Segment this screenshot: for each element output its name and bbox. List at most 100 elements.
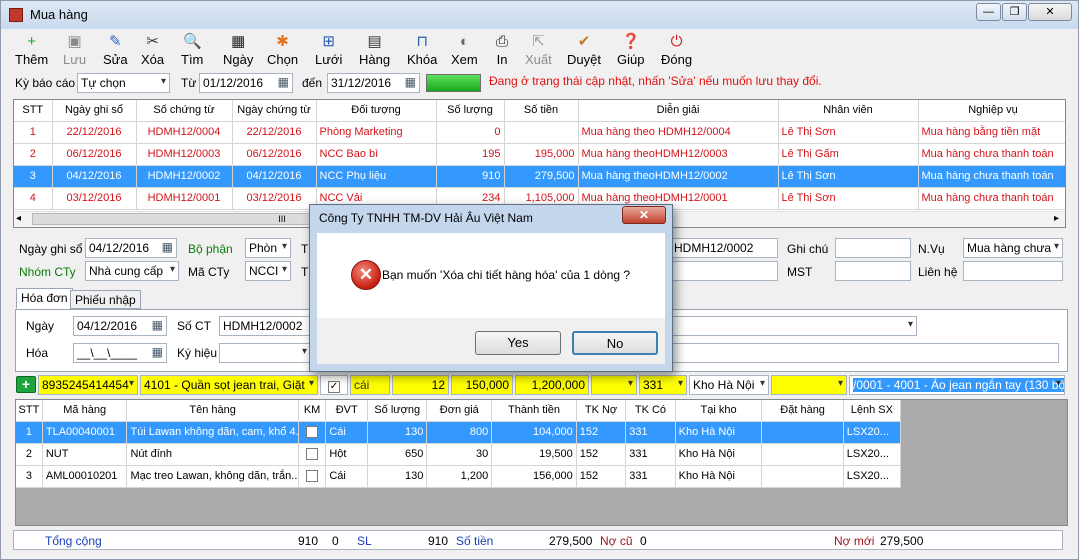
from-date-field[interactable]: 01/12/2016 <box>199 73 293 93</box>
invoice-number-field[interactable]: HDMH12/0002 <box>219 316 311 336</box>
line-cell[interactable]: 130 <box>367 465 428 488</box>
voucher-cell[interactable]: Mua hàng chưa thanh toán <box>918 143 1065 166</box>
voucher-cell[interactable]: 1 <box>14 121 53 144</box>
toolbar-button-delete[interactable]: ✂ Xóa <box>141 33 164 69</box>
line-header[interactable]: Đặt hàng <box>761 400 844 422</box>
line-cell[interactable]: 152 <box>576 421 627 444</box>
line-cell[interactable]: 152 <box>576 465 627 488</box>
line-cell[interactable]: Hột <box>325 443 369 466</box>
line-cell[interactable]: Kho Hà Nội <box>675 465 763 488</box>
line-cell[interactable]: 800 <box>426 421 493 444</box>
voucher-header[interactable]: Số chứng từ <box>136 100 233 122</box>
line-cell[interactable]: 19,500 <box>491 443 577 466</box>
line-header[interactable]: ĐVT <box>325 400 369 422</box>
toolbar-button-save[interactable]: ▣ Lưu <box>63 33 86 69</box>
line-header[interactable]: Lệnh SX <box>843 400 902 422</box>
voucher-cell[interactable]: Mua hàng bằng tiền mặt <box>918 121 1065 144</box>
voucher-cell[interactable]: 910 <box>436 165 505 188</box>
voucher-row[interactable]: 3 04/12/2016 HDMH12/0002 04/12/2016 NCC Phụ … <box>14 165 1065 188</box>
line-cell[interactable]: Mạc treo Lawan, không dãn, trắn... <box>126 465 299 488</box>
period-select[interactable]: Tự chọn <box>77 73 170 93</box>
line-header[interactable]: STT <box>16 400 43 422</box>
line-cell[interactable]: 331 <box>625 443 676 466</box>
production-order-select[interactable]: /0001 - 4001 - Áo jean ngắn tay (130 bộ) <box>849 375 1065 395</box>
voucher-row[interactable]: 2 06/12/2016 HDMH12/0003 06/12/2016 NCC Bao … <box>14 143 1065 166</box>
toolbar-button-goods[interactable]: ▤ Hàng <box>359 33 390 69</box>
quantity-field[interactable]: 12 <box>392 375 449 395</box>
km-checkbox-cell[interactable]: ✓ <box>320 375 348 395</box>
lien-he-field[interactable] <box>963 261 1063 281</box>
voucher-cell[interactable]: Lê Thị Sơn <box>778 165 919 188</box>
line-cell[interactable]: 2 <box>16 443 43 466</box>
toolbar-button-export[interactable]: ⇱ Xuất <box>525 33 552 69</box>
voucher-row[interactable]: 1 22/12/2016 HDMH12/0004 22/12/2016 Phòng Ma… <box>14 121 1065 144</box>
line-cell[interactable]: 1,200 <box>426 465 493 488</box>
detail-field-2[interactable] <box>670 261 778 281</box>
km-row-checkbox[interactable] <box>306 470 319 483</box>
line-cell[interactable]: Nút đính <box>126 443 299 466</box>
tk-no-select[interactable] <box>591 375 637 395</box>
line-row[interactable]: 2 NUT Nút đính Hột 650 30 19,500 152 331 Kho Hà N… <box>16 443 902 466</box>
line-header[interactable]: Mã hàng <box>42 400 128 422</box>
ghi-chu-field[interactable] <box>835 238 911 258</box>
toolbar-button-edit[interactable]: ✎ Sửa <box>103 33 128 69</box>
line-cell[interactable]: Cái <box>325 465 369 488</box>
close-window-button[interactable]: ✕ <box>1028 3 1072 21</box>
line-cell[interactable]: 152 <box>576 443 627 466</box>
line-cell[interactable]: Kho Hà Nội <box>675 443 763 466</box>
voucher-header[interactable]: STT <box>14 100 53 122</box>
line-cell[interactable]: 650 <box>367 443 428 466</box>
voucher-cell[interactable]: 279,500 <box>504 165 579 188</box>
line-cell[interactable]: 331 <box>625 465 676 488</box>
voucher-header[interactable]: Đối tượng <box>316 100 437 122</box>
ma-cty-select[interactable]: NCCI <box>245 261 291 281</box>
barcode-field[interactable]: 8935245414454 <box>38 375 138 395</box>
line-cell[interactable]: LSX20... <box>843 465 902 488</box>
line-header[interactable]: TK Có <box>625 400 676 422</box>
toolbar-button-help[interactable]: ❓ Giúp <box>617 33 644 69</box>
invoice-date-field[interactable]: 04/12/2016 <box>73 316 167 336</box>
line-header[interactable]: KM <box>298 400 327 422</box>
voucher-header[interactable]: Ngày ghi sổ <box>52 100 137 122</box>
voucher-cell[interactable]: Lê Thị Gấm <box>778 143 919 166</box>
bo-phan-select[interactable]: Phòn <box>245 238 291 258</box>
toolbar-button-choose[interactable]: ✱ Chọn <box>267 33 298 69</box>
voucher-cell[interactable]: 06/12/2016 <box>52 143 137 166</box>
tab-hoa-don[interactable]: Hóa đơn <box>16 288 73 309</box>
to-date-field[interactable]: 31/12/2016 <box>327 73 420 93</box>
line-cell[interactable]: TLA00040001 <box>42 421 128 444</box>
line-cell[interactable]: LSX20... <box>843 421 902 444</box>
voucher-cell[interactable]: HDMH12/0001 <box>136 187 233 210</box>
voucher-cell[interactable]: Lê Thị Sơn <box>778 121 919 144</box>
line-cell[interactable]: AML00010201 <box>42 465 128 488</box>
unit-field[interactable]: cái <box>350 375 390 395</box>
line-cell[interactable] <box>298 421 327 444</box>
ngay-ghi-so-field[interactable]: 04/12/2016 <box>85 238 177 258</box>
line-header[interactable]: TK Nợ <box>576 400 627 422</box>
toolbar-button-grid[interactable]: ⊞ Lưới <box>315 33 342 69</box>
maximize-button[interactable]: ❐ <box>1002 3 1027 21</box>
voucher-cell[interactable]: 22/12/2016 <box>52 121 137 144</box>
voucher-cell[interactable]: 195,000 <box>504 143 579 166</box>
voucher-cell[interactable]: Mua hàng theoHDMH12/0003 <box>578 143 779 166</box>
tab-phieu-nhap[interactable]: Phiếu nhập <box>70 290 141 309</box>
ky-hieu-select[interactable] <box>219 343 311 363</box>
voucher-cell[interactable]: HDMH12/0004 <box>136 121 233 144</box>
line-row[interactable]: 1 TLA00040001 Túi Lawan không dãn, cam, kh… <box>16 421 902 444</box>
voucher-cell[interactable]: 195 <box>436 143 505 166</box>
line-cell[interactable]: Cái <box>325 421 369 444</box>
voucher-cell[interactable]: Mua hàng theoHDMH12/0002 <box>578 165 779 188</box>
line-header[interactable]: Tên hàng <box>126 400 299 422</box>
warehouse-select[interactable]: Kho Hà Nội <box>689 375 769 395</box>
invoice-extra-select[interactable] <box>671 316 917 336</box>
voucher-cell[interactable]: 4 <box>14 187 53 210</box>
tk-co-select[interactable]: 331 <box>639 375 687 395</box>
add-line-icon[interactable]: + <box>16 376 36 393</box>
line-cell[interactable]: 30 <box>426 443 493 466</box>
line-cell[interactable]: 1 <box>16 421 43 444</box>
line-cell[interactable] <box>761 421 844 444</box>
voucher-cell[interactable] <box>504 121 579 144</box>
toolbar-button-lock[interactable]: ⊓ Khóa <box>407 33 437 69</box>
line-cell[interactable] <box>761 443 844 466</box>
mst-field[interactable] <box>835 261 911 281</box>
